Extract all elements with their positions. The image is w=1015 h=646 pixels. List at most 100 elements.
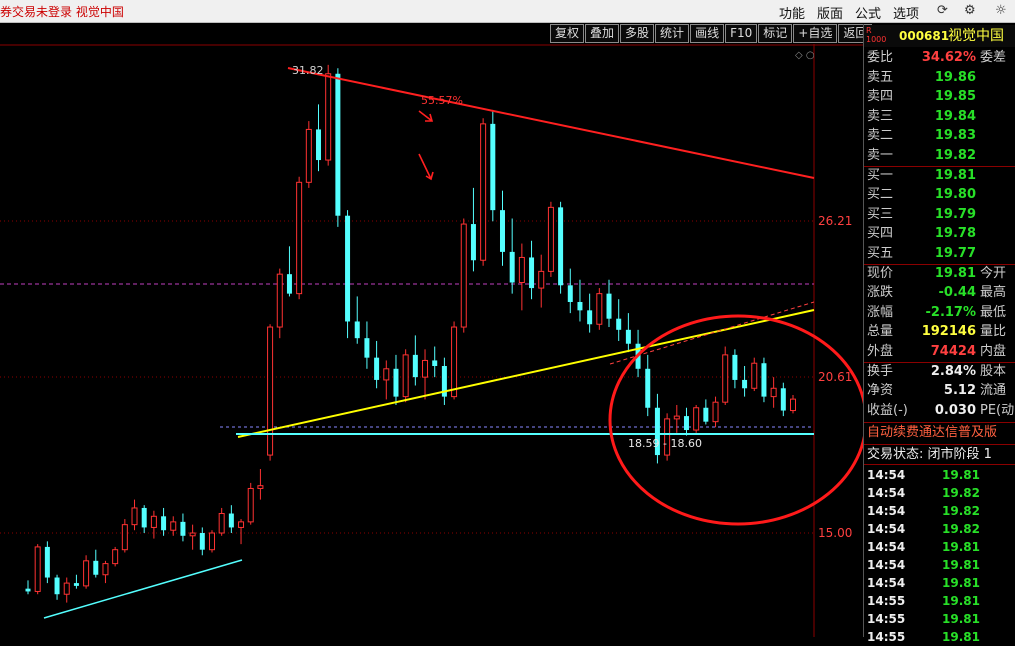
menu-formula[interactable]: 公式 <box>855 3 881 22</box>
candle-body <box>558 207 564 286</box>
tick-time: 14:55 <box>867 612 906 626</box>
candle-body <box>25 588 31 592</box>
kline-chart[interactable]: 26.21 20.61 15.00 31.82 55.57% 18.59 - 1… <box>0 44 863 637</box>
quote-row: 买五 19.77 <box>864 244 1015 263</box>
candle-body <box>374 357 380 380</box>
candle-body <box>93 560 99 575</box>
quote-row: 换手 2.84% 股本 <box>864 362 1015 381</box>
candle-body <box>325 73 332 161</box>
toolbar-add-watchlist-button[interactable]: +自选 <box>793 24 838 43</box>
tick-time: 14:54 <box>867 540 906 554</box>
candle-body <box>102 563 109 576</box>
quote-row-label: 卖三 <box>867 108 894 124</box>
candle-body <box>751 362 758 389</box>
candle-body <box>538 270 545 289</box>
quote-row-label: 净资 <box>867 383 894 399</box>
quote-row-label2: 内盘 <box>980 344 1007 359</box>
quote-row: 涨幅 -2.17% 最低 <box>864 303 1015 322</box>
quote-row: 卖四 19.85 <box>864 87 1015 106</box>
settings-icon[interactable]: ⚙ <box>964 3 976 18</box>
news-text[interactable]: 自动续费通达信普及版 <box>867 423 997 442</box>
tick-row: 14:55 19.81 <box>864 592 1015 610</box>
menu-function[interactable]: 功能 <box>779 3 805 22</box>
toolbar-overlay-button[interactable]: 叠加 <box>585 24 620 43</box>
candle-body <box>732 354 738 380</box>
toolbar-f10-button[interactable]: F10 <box>725 24 758 43</box>
toolbar-stats-button[interactable]: 统计 <box>655 24 690 43</box>
quote-row-label2: PE(动 <box>980 402 1015 418</box>
candle-body <box>780 388 786 411</box>
quote-row-label: 买一 <box>867 167 894 183</box>
quote-row-value: 19.83 <box>934 128 976 144</box>
tick-time: 14:54 <box>867 576 906 590</box>
candle-body <box>470 224 476 261</box>
arrow-1-icon <box>418 110 434 122</box>
candle-body <box>606 293 612 319</box>
tick-time: 14:54 <box>867 486 906 500</box>
tick-price: 19.81 <box>942 594 980 608</box>
toolbar-draw-button[interactable]: 画线 <box>690 24 725 43</box>
candle-body <box>199 533 205 550</box>
tick-price: 19.81 <box>942 630 980 644</box>
chart-settings-icon[interactable]: ◇ ○ <box>795 50 815 61</box>
candle-body <box>316 129 322 161</box>
quote-row-label2: 最高 <box>980 285 1007 301</box>
menu-options[interactable]: 选项 <box>893 3 919 22</box>
candle-body <box>712 401 719 423</box>
candle-body <box>480 123 487 261</box>
candle-body <box>393 368 399 397</box>
quote-row-label: 换手 <box>867 363 894 379</box>
quote-row-label: 总量 <box>867 324 894 340</box>
toolbar-adjust-button[interactable]: 复权 <box>550 24 585 43</box>
quote-row-label: 收益(-) <box>867 402 908 418</box>
candle-body <box>645 368 651 408</box>
menu-layout[interactable]: 版面 <box>817 3 843 22</box>
quote-row: 外盘 74424 内盘 <box>864 342 1015 361</box>
candle-body <box>238 521 245 528</box>
candle-body <box>518 256 525 284</box>
quote-row-value: 74424 <box>930 344 976 359</box>
quote-row-value: 19.84 <box>934 108 976 124</box>
candle-body <box>34 546 41 592</box>
toolbar-mark-button[interactable]: 标记 <box>758 24 793 43</box>
candle-body <box>742 379 748 389</box>
candle-body <box>547 206 554 272</box>
stock-header: R 1000 000681 视觉中国 <box>864 25 1015 47</box>
bottom-trendline[interactable] <box>43 559 243 619</box>
candle-body <box>150 515 157 528</box>
quote-row-label: 卖一 <box>867 148 894 163</box>
quote-row-label2: 最低 <box>980 304 1007 320</box>
quote-row-value: 19.82 <box>934 148 976 163</box>
candle-body <box>305 128 312 183</box>
quote-row-value: -2.17% <box>925 304 977 320</box>
pct-change-label: 55.57% <box>421 94 463 107</box>
quote-row-value: 19.78 <box>934 226 976 242</box>
candle-body <box>596 293 603 325</box>
tick-time: 14:55 <box>867 630 906 644</box>
divider <box>864 362 1015 363</box>
quote-row-label: 涨幅 <box>867 304 894 320</box>
candle-body <box>267 326 274 456</box>
candle-body <box>141 507 147 528</box>
range-label: 18.59 - 18.60 <box>628 437 702 450</box>
tick-price: 19.82 <box>942 504 980 518</box>
tick-price: 19.81 <box>942 612 980 626</box>
quote-panel: R 1000 000681 视觉中国 委比 34.62% 委差 卖五 19.86 卖四 19.… <box>863 24 1015 644</box>
toolbar-multi-stock-button[interactable]: 多股 <box>620 24 655 43</box>
quote-row-label2: 委差 <box>980 50 1007 65</box>
high-price-label: 31.82 <box>292 64 324 77</box>
tick-price: 19.82 <box>942 522 980 536</box>
quote-row-value: 0.030 <box>934 402 976 418</box>
candle-body <box>208 532 215 551</box>
quote-row: 卖五 19.86 <box>864 68 1015 87</box>
candle-body <box>121 524 128 551</box>
resistance-trendline[interactable] <box>287 67 815 179</box>
news-ticker[interactable]: 自动续费通达信普及版 <box>864 423 1015 442</box>
y-label-20-61: 20.61 <box>818 370 852 384</box>
divider <box>864 264 1015 265</box>
stock-name: 视觉中国 <box>948 28 1004 44</box>
candle-body <box>54 577 60 595</box>
bell-icon[interactable]: ☼ <box>995 3 1007 18</box>
refresh-icon[interactable]: ⟳ <box>937 3 948 18</box>
quote-row-value: 5.12 <box>943 383 976 399</box>
